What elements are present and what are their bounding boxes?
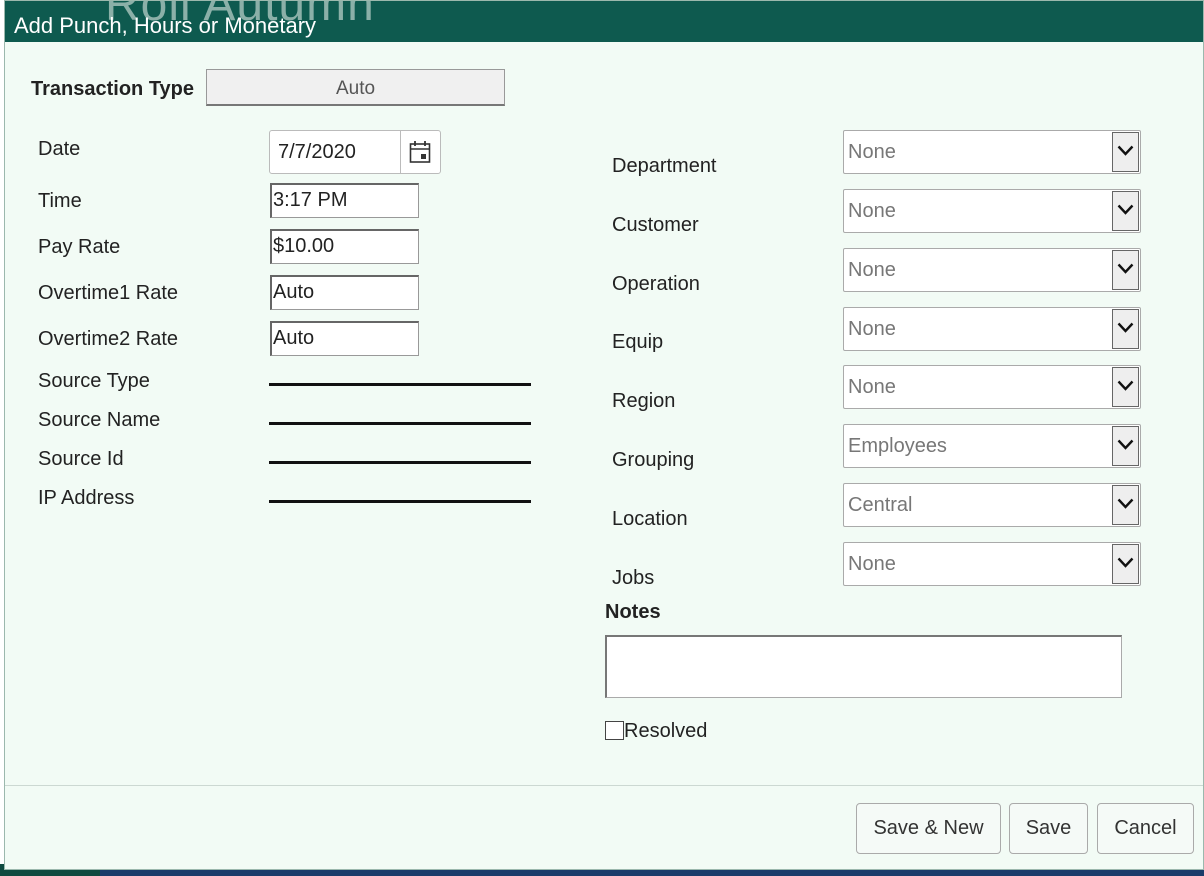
equip-select-value: None — [848, 318, 896, 340]
customer-label: Customer — [612, 214, 699, 236]
add-punch-dialog: Roll Autumn Add Punch, Hours or Monetary… — [4, 0, 1204, 870]
footer-divider — [5, 785, 1203, 786]
grouping-label: Grouping — [612, 449, 695, 471]
location-dropdown-button[interactable] — [1112, 485, 1139, 525]
jobs-label: Jobs — [612, 567, 655, 589]
source-id-label: Source Id — [38, 448, 124, 470]
department-select[interactable]: None — [843, 130, 1141, 174]
location-select[interactable]: Central — [843, 483, 1141, 527]
chevron-down-icon — [1117, 380, 1134, 391]
resolved-label[interactable]: Resolved — [624, 720, 707, 743]
jobs-dropdown-button[interactable] — [1112, 544, 1139, 584]
source-name-value — [269, 422, 531, 425]
operation-dropdown-button[interactable] — [1112, 250, 1139, 290]
jobs-select[interactable]: None — [843, 542, 1141, 586]
equip-select[interactable]: None — [843, 307, 1141, 351]
chevron-down-icon — [1117, 204, 1134, 215]
jobs-select-value: None — [848, 553, 896, 575]
dialog-title: Add Punch, Hours or Monetary — [14, 13, 317, 38]
overtime2-rate-label: Overtime2 Rate — [38, 328, 179, 350]
ip-address-value — [269, 500, 531, 503]
department-label: Department — [612, 155, 717, 177]
customer-select[interactable]: None — [843, 189, 1141, 233]
overtime2-rate-input[interactable]: Auto — [270, 321, 419, 356]
ip-address-label: IP Address — [38, 487, 135, 509]
notes-label: Notes — [605, 601, 661, 623]
overtime1-rate-input[interactable]: Auto — [270, 275, 419, 310]
source-type-label: Source Type — [38, 370, 150, 392]
grouping-dropdown-button[interactable] — [1112, 426, 1139, 466]
chevron-down-icon — [1117, 145, 1134, 156]
pay-rate-label: Pay Rate — [38, 236, 121, 258]
customer-dropdown-button[interactable] — [1112, 191, 1139, 231]
transaction-type-label: Transaction Type — [31, 78, 195, 100]
customer-select-value: None — [848, 200, 896, 222]
source-type-value — [269, 383, 531, 386]
operation-label: Operation — [612, 273, 700, 295]
region-select-value: None — [848, 376, 896, 398]
time-label: Time — [38, 190, 82, 212]
time-input[interactable]: 3:17 PM — [270, 183, 419, 218]
region-select[interactable]: None — [843, 365, 1141, 409]
resolved-checkbox[interactable] — [605, 721, 624, 740]
region-label: Region — [612, 390, 676, 412]
overtime1-rate-label: Overtime1 Rate — [38, 282, 179, 304]
pay-rate-input[interactable]: $10.00 — [270, 229, 419, 264]
operation-select-value: None — [848, 259, 896, 281]
chevron-down-icon — [1117, 322, 1134, 333]
region-dropdown-button[interactable] — [1112, 367, 1139, 407]
chevron-down-icon — [1117, 263, 1134, 274]
chevron-down-icon — [1117, 557, 1134, 568]
grouping-select-value: Employees — [848, 435, 947, 457]
department-select-value: None — [848, 141, 896, 163]
save-button[interactable]: Save — [1009, 803, 1088, 854]
transaction-type-button[interactable]: Auto — [206, 69, 505, 106]
grouping-select[interactable]: Employees — [843, 424, 1141, 468]
dialog-titlebar: Roll Autumn Add Punch, Hours or Monetary — [5, 1, 1203, 42]
notes-textarea[interactable] — [605, 635, 1122, 698]
source-name-label: Source Name — [38, 409, 161, 431]
equip-dropdown-button[interactable] — [1112, 309, 1139, 349]
department-dropdown-button[interactable] — [1112, 132, 1139, 172]
chevron-down-icon — [1117, 498, 1134, 509]
location-label: Location — [612, 508, 688, 530]
chevron-down-icon — [1117, 439, 1134, 450]
cancel-button[interactable]: Cancel — [1097, 803, 1194, 854]
source-id-value — [269, 461, 531, 464]
calendar-button[interactable] — [401, 131, 440, 173]
save-and-new-button[interactable]: Save & New — [856, 803, 1001, 854]
date-picker[interactable]: 7/7/2020 — [269, 130, 441, 174]
date-value[interactable]: 7/7/2020 — [278, 141, 356, 164]
equip-label: Equip — [612, 331, 664, 353]
calendar-icon — [409, 141, 431, 163]
operation-select[interactable]: None — [843, 248, 1141, 292]
location-select-value: Central — [848, 494, 913, 516]
date-label: Date — [38, 138, 81, 160]
